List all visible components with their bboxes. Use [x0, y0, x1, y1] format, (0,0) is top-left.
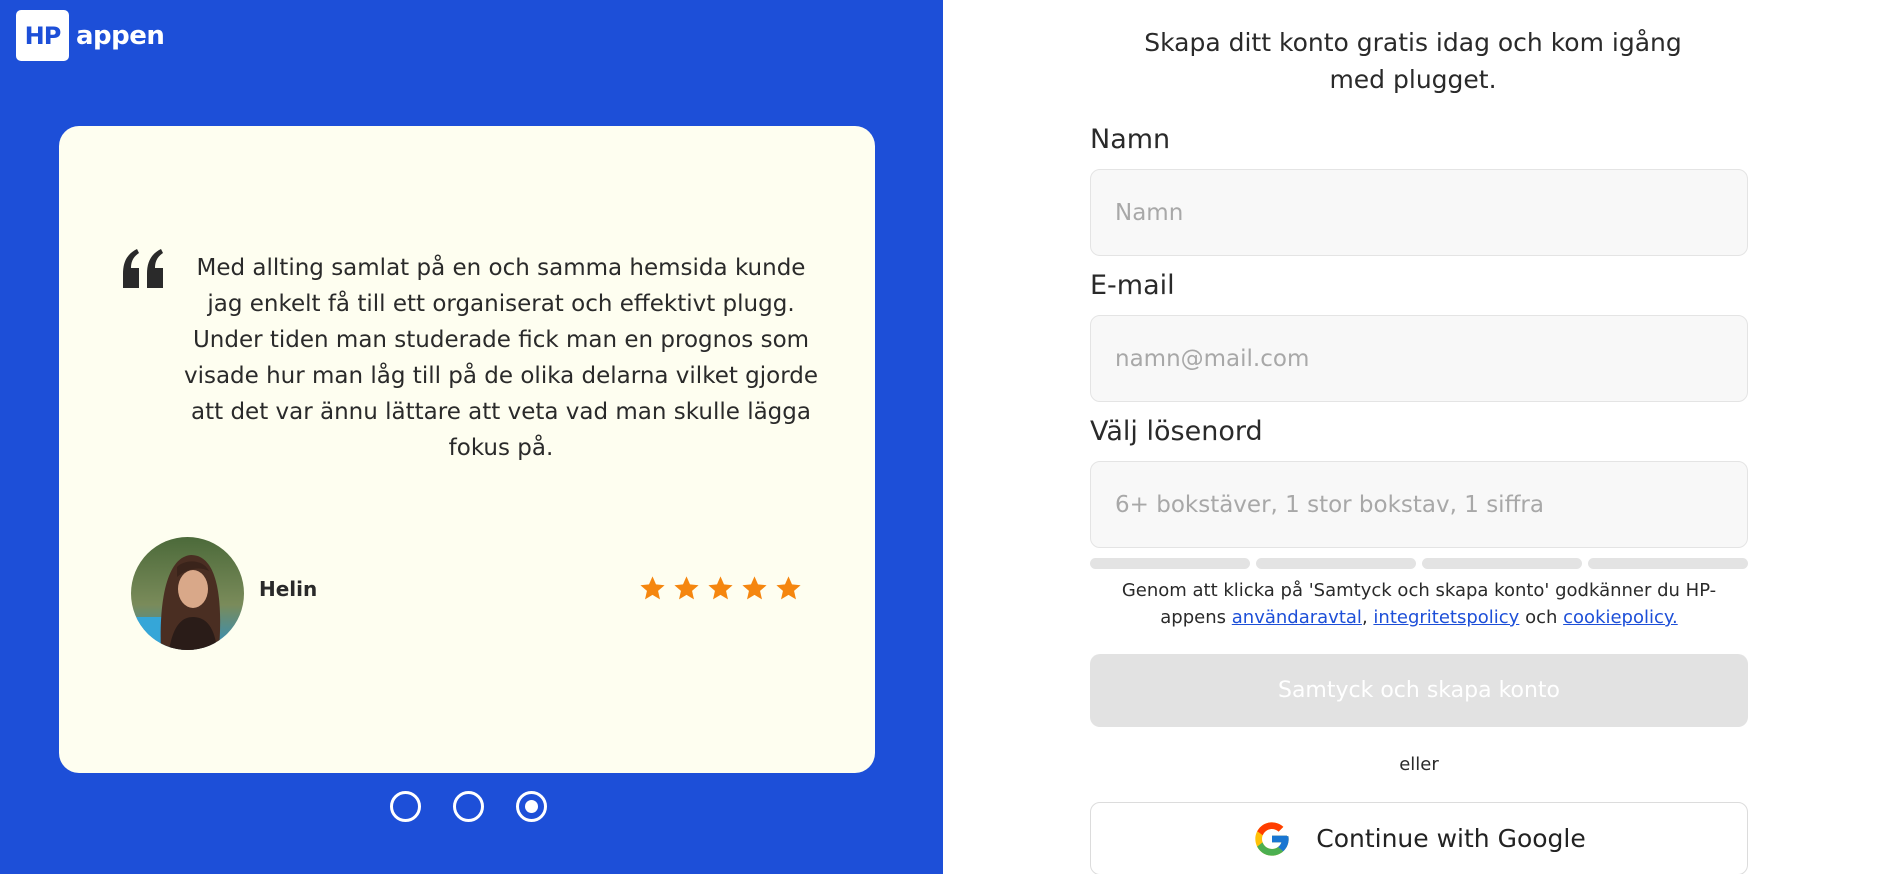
terms-notice: Genom att klicka på 'Samtyck och skapa k… [1090, 577, 1748, 631]
terms-separator: , [1361, 607, 1368, 628]
testimonial-card: Med allting samlat på en och samma hemsi… [59, 126, 875, 773]
strength-segment [1588, 558, 1748, 569]
email-label: E-mail [1090, 270, 1175, 301]
quote-icon [123, 249, 163, 288]
star-icon [742, 576, 767, 600]
carousel-dot-1[interactable] [390, 791, 421, 822]
cookie-policy-link[interactable]: cookiepolicy. [1563, 607, 1678, 628]
password-input[interactable] [1090, 461, 1748, 548]
avatar-photo [131, 537, 244, 650]
star-icon [640, 576, 665, 600]
testimonial-panel: HP appen Med allting samlat på en och sa… [0, 0, 943, 874]
name-label: Namn [1090, 124, 1171, 155]
strength-segment [1256, 558, 1416, 569]
carousel-dot-2[interactable] [453, 791, 484, 822]
google-button-label: Continue with Google [1316, 824, 1586, 853]
strength-segment [1090, 558, 1250, 569]
password-strength-meter [1090, 558, 1748, 569]
star-icon [776, 576, 801, 600]
privacy-policy-link[interactable]: integritetspolicy [1373, 607, 1519, 628]
signup-panel: Skapa ditt konto gratis idag och kom igå… [943, 0, 1887, 874]
carousel-dots [390, 791, 547, 822]
star-rating [638, 574, 803, 603]
name-input[interactable] [1090, 169, 1748, 256]
testimonial-quote: Med allting samlat på en och samma hemsi… [183, 255, 819, 461]
app-logo[interactable]: HP appen [16, 10, 165, 61]
testimonial-author: Helin [259, 577, 318, 601]
email-input[interactable] [1090, 315, 1748, 402]
create-account-button[interactable]: Samtyck och skapa konto [1090, 654, 1748, 727]
logo-mark: HP [16, 10, 69, 61]
password-label: Välj lösenord [1090, 416, 1263, 447]
star-icon [708, 576, 733, 600]
strength-segment [1422, 558, 1582, 569]
google-signin-button[interactable]: Continue with Google [1090, 802, 1748, 874]
google-icon [1255, 821, 1289, 856]
user-agreement-link[interactable]: användaravtal [1232, 607, 1362, 628]
terms-and: och [1525, 607, 1558, 628]
carousel-dot-3[interactable] [516, 791, 547, 822]
signup-subtitle: Skapa ditt konto gratis idag och kom igå… [1144, 28, 1682, 94]
star-icon [674, 576, 699, 600]
logo-text: appen [76, 20, 165, 51]
or-divider: eller [1399, 754, 1439, 775]
